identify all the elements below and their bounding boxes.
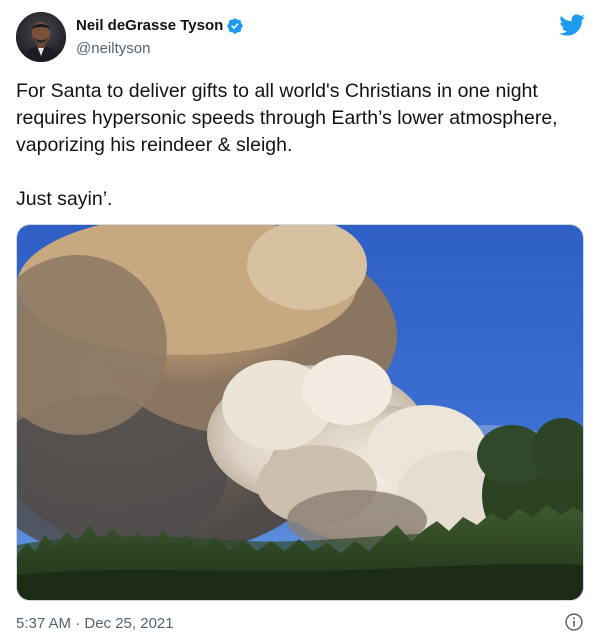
- tweet-timestamp[interactable]: 5:37 AM · Dec 25, 2021: [16, 614, 174, 634]
- info-icon[interactable]: [564, 612, 584, 632]
- tweet-text: For Santa to deliver gifts to all world'…: [16, 80, 558, 210]
- author-info: Neil deGrasse Tyson @neiltyson: [76, 16, 244, 59]
- tweet-photo[interactable]: [16, 224, 584, 601]
- author-name-row: Neil deGrasse Tyson: [76, 16, 244, 36]
- avatar-image: [16, 12, 66, 62]
- avatar[interactable]: [16, 12, 66, 62]
- author-handle[interactable]: @neiltyson: [76, 39, 244, 59]
- verified-badge-icon: [226, 17, 244, 35]
- author-name[interactable]: Neil deGrasse Tyson: [76, 16, 223, 36]
- twitter-bird-icon[interactable]: [559, 14, 585, 36]
- tweet-card: Neil deGrasse Tyson @neiltyson For Santa…: [0, 0, 600, 643]
- smoke-plume-photo: [17, 225, 583, 600]
